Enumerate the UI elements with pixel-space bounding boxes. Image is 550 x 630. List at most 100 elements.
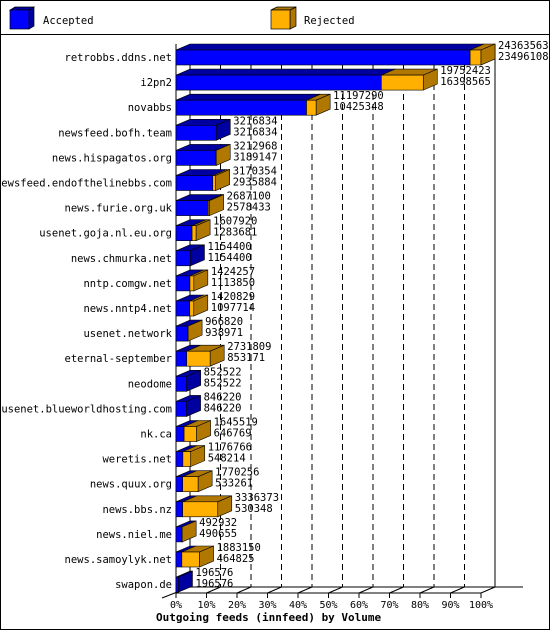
bar-group [175, 269, 209, 292]
bar-accepted [175, 49, 471, 66]
category-label: nk.ca [140, 429, 172, 441]
value-label-accepted: 23496108 [498, 51, 549, 63]
category-label: news.quux.org [90, 479, 172, 491]
value-label-accepted: 3216834 [233, 126, 277, 138]
category-label: news.chmurka.net [71, 253, 172, 265]
bar-accepted [175, 501, 183, 518]
category-label: newsfeed.endofthelinebbs.com [0, 178, 172, 190]
bar-accepted [175, 451, 184, 467]
floor-grid-diagonal [267, 586, 282, 594]
x-tick-labels: 0% 10% 20% 30% 40% 50% 60% 70% 80% 90% 100% [170, 600, 493, 611]
category-label: usenet.blueworldhosting.com [1, 403, 172, 415]
bar-group [175, 495, 233, 518]
category-label: novabbs [128, 102, 172, 114]
x-tick-label: 60% [350, 600, 368, 611]
bar-group [175, 470, 213, 493]
bar-rejected [469, 49, 482, 66]
bar-group [175, 394, 201, 417]
category-label: news.niel.me [96, 529, 172, 541]
category-label: nntp.comgw.net [83, 278, 172, 290]
bar-group [175, 43, 496, 66]
bar-accepted [175, 300, 191, 317]
bar-accepted [175, 325, 189, 342]
bar-accepted [175, 150, 217, 166]
bar-group [175, 194, 224, 217]
bar-group [175, 319, 203, 342]
value-label-accepted: 548214 [208, 453, 246, 465]
x-tick-label: 10% [197, 600, 215, 611]
value-label-accepted: 533261 [215, 478, 253, 490]
value-label-accepted: 646769 [214, 428, 252, 440]
bar-rejected [380, 74, 424, 91]
bar-accepted [175, 576, 179, 593]
bar-accepted [175, 250, 191, 267]
category-label: usenet.goja.nl.eu.org [39, 228, 172, 240]
bar-accepted [175, 225, 193, 241]
bar-group [175, 545, 214, 568]
bar-accepted [175, 401, 187, 417]
x-axis-title: Outgoing feeds (innfeed) by Volume [156, 611, 382, 624]
bar-group [175, 420, 211, 442]
floor-grid-diagonal [328, 586, 343, 594]
value-label-accepted: 1097714 [211, 302, 255, 314]
value-label-accepted: 853171 [227, 352, 265, 364]
bar-rejected [181, 551, 200, 568]
legend-item-rejected: Rejected [270, 6, 355, 30]
bar-accepted [175, 426, 185, 442]
category-label: usenet.network [83, 328, 172, 340]
value-label-accepted: 490655 [199, 528, 237, 540]
legend-swatch-accepted-top [8, 6, 36, 11]
bar-accepted [175, 200, 209, 216]
floor-grid-diagonal [236, 586, 252, 594]
legend-swatch-rejected-side [289, 6, 297, 30]
legend-swatch-rejected [270, 9, 291, 30]
value-label-accepted: 16398565 [440, 76, 491, 88]
bar-rejected [189, 275, 195, 292]
category-label: news.samoylyk.net [65, 554, 172, 566]
x-tick-label: 20% [228, 600, 246, 611]
value-label-accepted: 2578433 [227, 202, 271, 214]
legend-item-accepted: Accepted [8, 6, 94, 30]
bar-accepted [175, 526, 183, 543]
bar-group [175, 68, 438, 91]
bar-rejected [212, 175, 216, 191]
bar-group [175, 93, 331, 116]
x-tick-label: 40% [289, 600, 307, 611]
value-label-accepted: 10425348 [333, 101, 384, 113]
bar-group [175, 118, 231, 141]
bar-group [175, 169, 230, 191]
category-label: swapon.de [115, 579, 172, 591]
floor-grid-diagonal [419, 586, 435, 594]
bar-group [175, 344, 225, 367]
bar-group [175, 143, 231, 166]
value-label-accepted: 1113850 [211, 277, 255, 289]
value-label-accepted: 196576 [195, 578, 233, 590]
x-tick-label: 80% [411, 600, 429, 611]
bar-rejected [183, 426, 197, 442]
bar-rejected [189, 300, 195, 317]
bar-group [175, 369, 201, 392]
value-label-accepted: 938971 [205, 327, 243, 339]
bar-side [178, 570, 193, 593]
value-label-accepted: 1283681 [213, 227, 257, 239]
category-label: news.furie.org.uk [65, 203, 173, 215]
value-label-accepted: 852522 [204, 377, 242, 389]
category-label: news.bbs.nz [102, 504, 172, 516]
category-label: newsfeed.bofh.team [58, 127, 172, 139]
bar-accepted [175, 551, 183, 568]
bar-accepted [175, 74, 382, 91]
category-label: eternal-september [65, 353, 172, 365]
legend: Accepted Rejected [8, 6, 355, 30]
x-tick-label: 70% [380, 600, 398, 611]
legend-swatch-accepted-side [28, 6, 35, 30]
bar-accepted [175, 476, 183, 493]
value-label-accepted: 1154400 [207, 252, 251, 264]
value-label-accepted: 464825 [217, 553, 255, 565]
bar-rejected [182, 501, 219, 518]
value-label-accepted: 846220 [204, 402, 242, 414]
category-label: i2pn2 [140, 77, 172, 89]
bar-accepted-top [175, 43, 485, 51]
bar-group [175, 445, 206, 468]
bar-group [175, 244, 205, 267]
legend-label-accepted: Accepted [43, 15, 94, 27]
